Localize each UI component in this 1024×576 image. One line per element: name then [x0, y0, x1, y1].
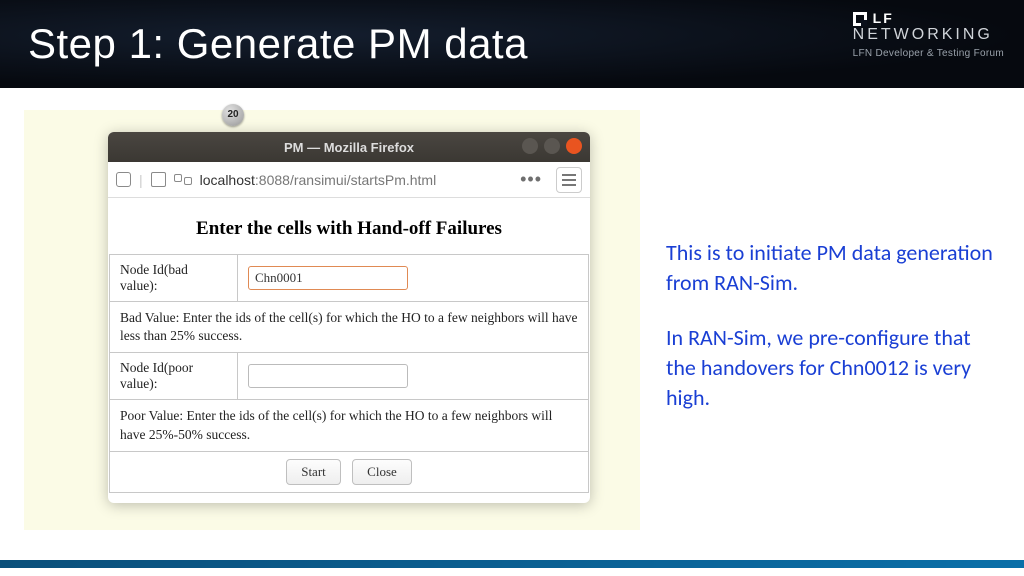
minimize-icon[interactable]: [522, 138, 538, 154]
firefox-window: PM — Mozilla Firefox | localhost:8088/ra…: [108, 132, 590, 503]
hamburger-icon[interactable]: [556, 167, 582, 193]
lf-subtitle: LFN Developer & Testing Forum: [853, 48, 1004, 59]
note-paragraph-1: This is to initiate PM data generation f…: [666, 238, 1004, 297]
maximize-icon[interactable]: [544, 138, 560, 154]
table-row: Poor Value: Enter the ids of the cell(s)…: [110, 400, 589, 451]
table-row: Start Close: [110, 451, 589, 492]
more-icon[interactable]: •••: [520, 169, 542, 190]
screenshot-panel: 20 PM — Mozilla Firefox | localhost:808: [24, 110, 640, 530]
lf-logo-mark: [853, 12, 867, 26]
footer-accent: [0, 560, 1024, 568]
slide-title: Step 1: Generate PM data: [28, 20, 528, 68]
lf-networking-text: NETWORKING: [853, 26, 1004, 44]
circle-badge: 20: [222, 104, 244, 126]
table-row: Node Id(bad value):: [110, 255, 589, 302]
lf-logo-block: LF NETWORKING LFN Developer & Testing Fo…: [853, 10, 1004, 59]
lf-logo-text: LF: [873, 10, 894, 26]
note-paragraph-2: In RAN-Sim, we pre-configure that the ha…: [666, 323, 1004, 412]
window-title-text: PM — Mozilla Firefox: [284, 140, 414, 155]
window-titlebar: PM — Mozilla Firefox: [108, 132, 590, 162]
slide-header: Step 1: Generate PM data LF NETWORKING L…: [0, 0, 1024, 88]
bad-value-label: Node Id(bad value):: [110, 255, 238, 302]
handoff-form-table: Node Id(bad value): Bad Value: Enter the…: [109, 254, 589, 493]
table-row: Node Id(poor value):: [110, 353, 589, 400]
table-row: Bad Value: Enter the ids of the cell(s) …: [110, 302, 589, 353]
page-icon: [151, 172, 166, 187]
close-icon[interactable]: [566, 138, 582, 154]
bad-value-input[interactable]: [248, 266, 408, 290]
slide-body: 20 PM — Mozilla Firefox | localhost:808: [0, 88, 1024, 568]
start-button[interactable]: Start: [286, 459, 341, 485]
slide-notes: This is to initiate PM data generation f…: [666, 238, 1004, 438]
form-heading: Enter the cells with Hand-off Failures: [108, 212, 590, 254]
close-button[interactable]: Close: [352, 459, 412, 485]
poor-value-desc: Poor Value: Enter the ids of the cell(s)…: [110, 400, 589, 451]
poor-value-input[interactable]: [248, 364, 408, 388]
bad-value-desc: Bad Value: Enter the ids of the cell(s) …: [110, 302, 589, 353]
shield-icon[interactable]: [116, 172, 131, 187]
url-bar: | localhost:8088/ransimui/startsPm.html …: [108, 162, 590, 198]
poor-value-label: Node Id(poor value):: [110, 353, 238, 400]
url-text[interactable]: localhost:8088/ransimui/startsPm.html: [200, 172, 437, 188]
reader-icon[interactable]: [174, 172, 192, 187]
